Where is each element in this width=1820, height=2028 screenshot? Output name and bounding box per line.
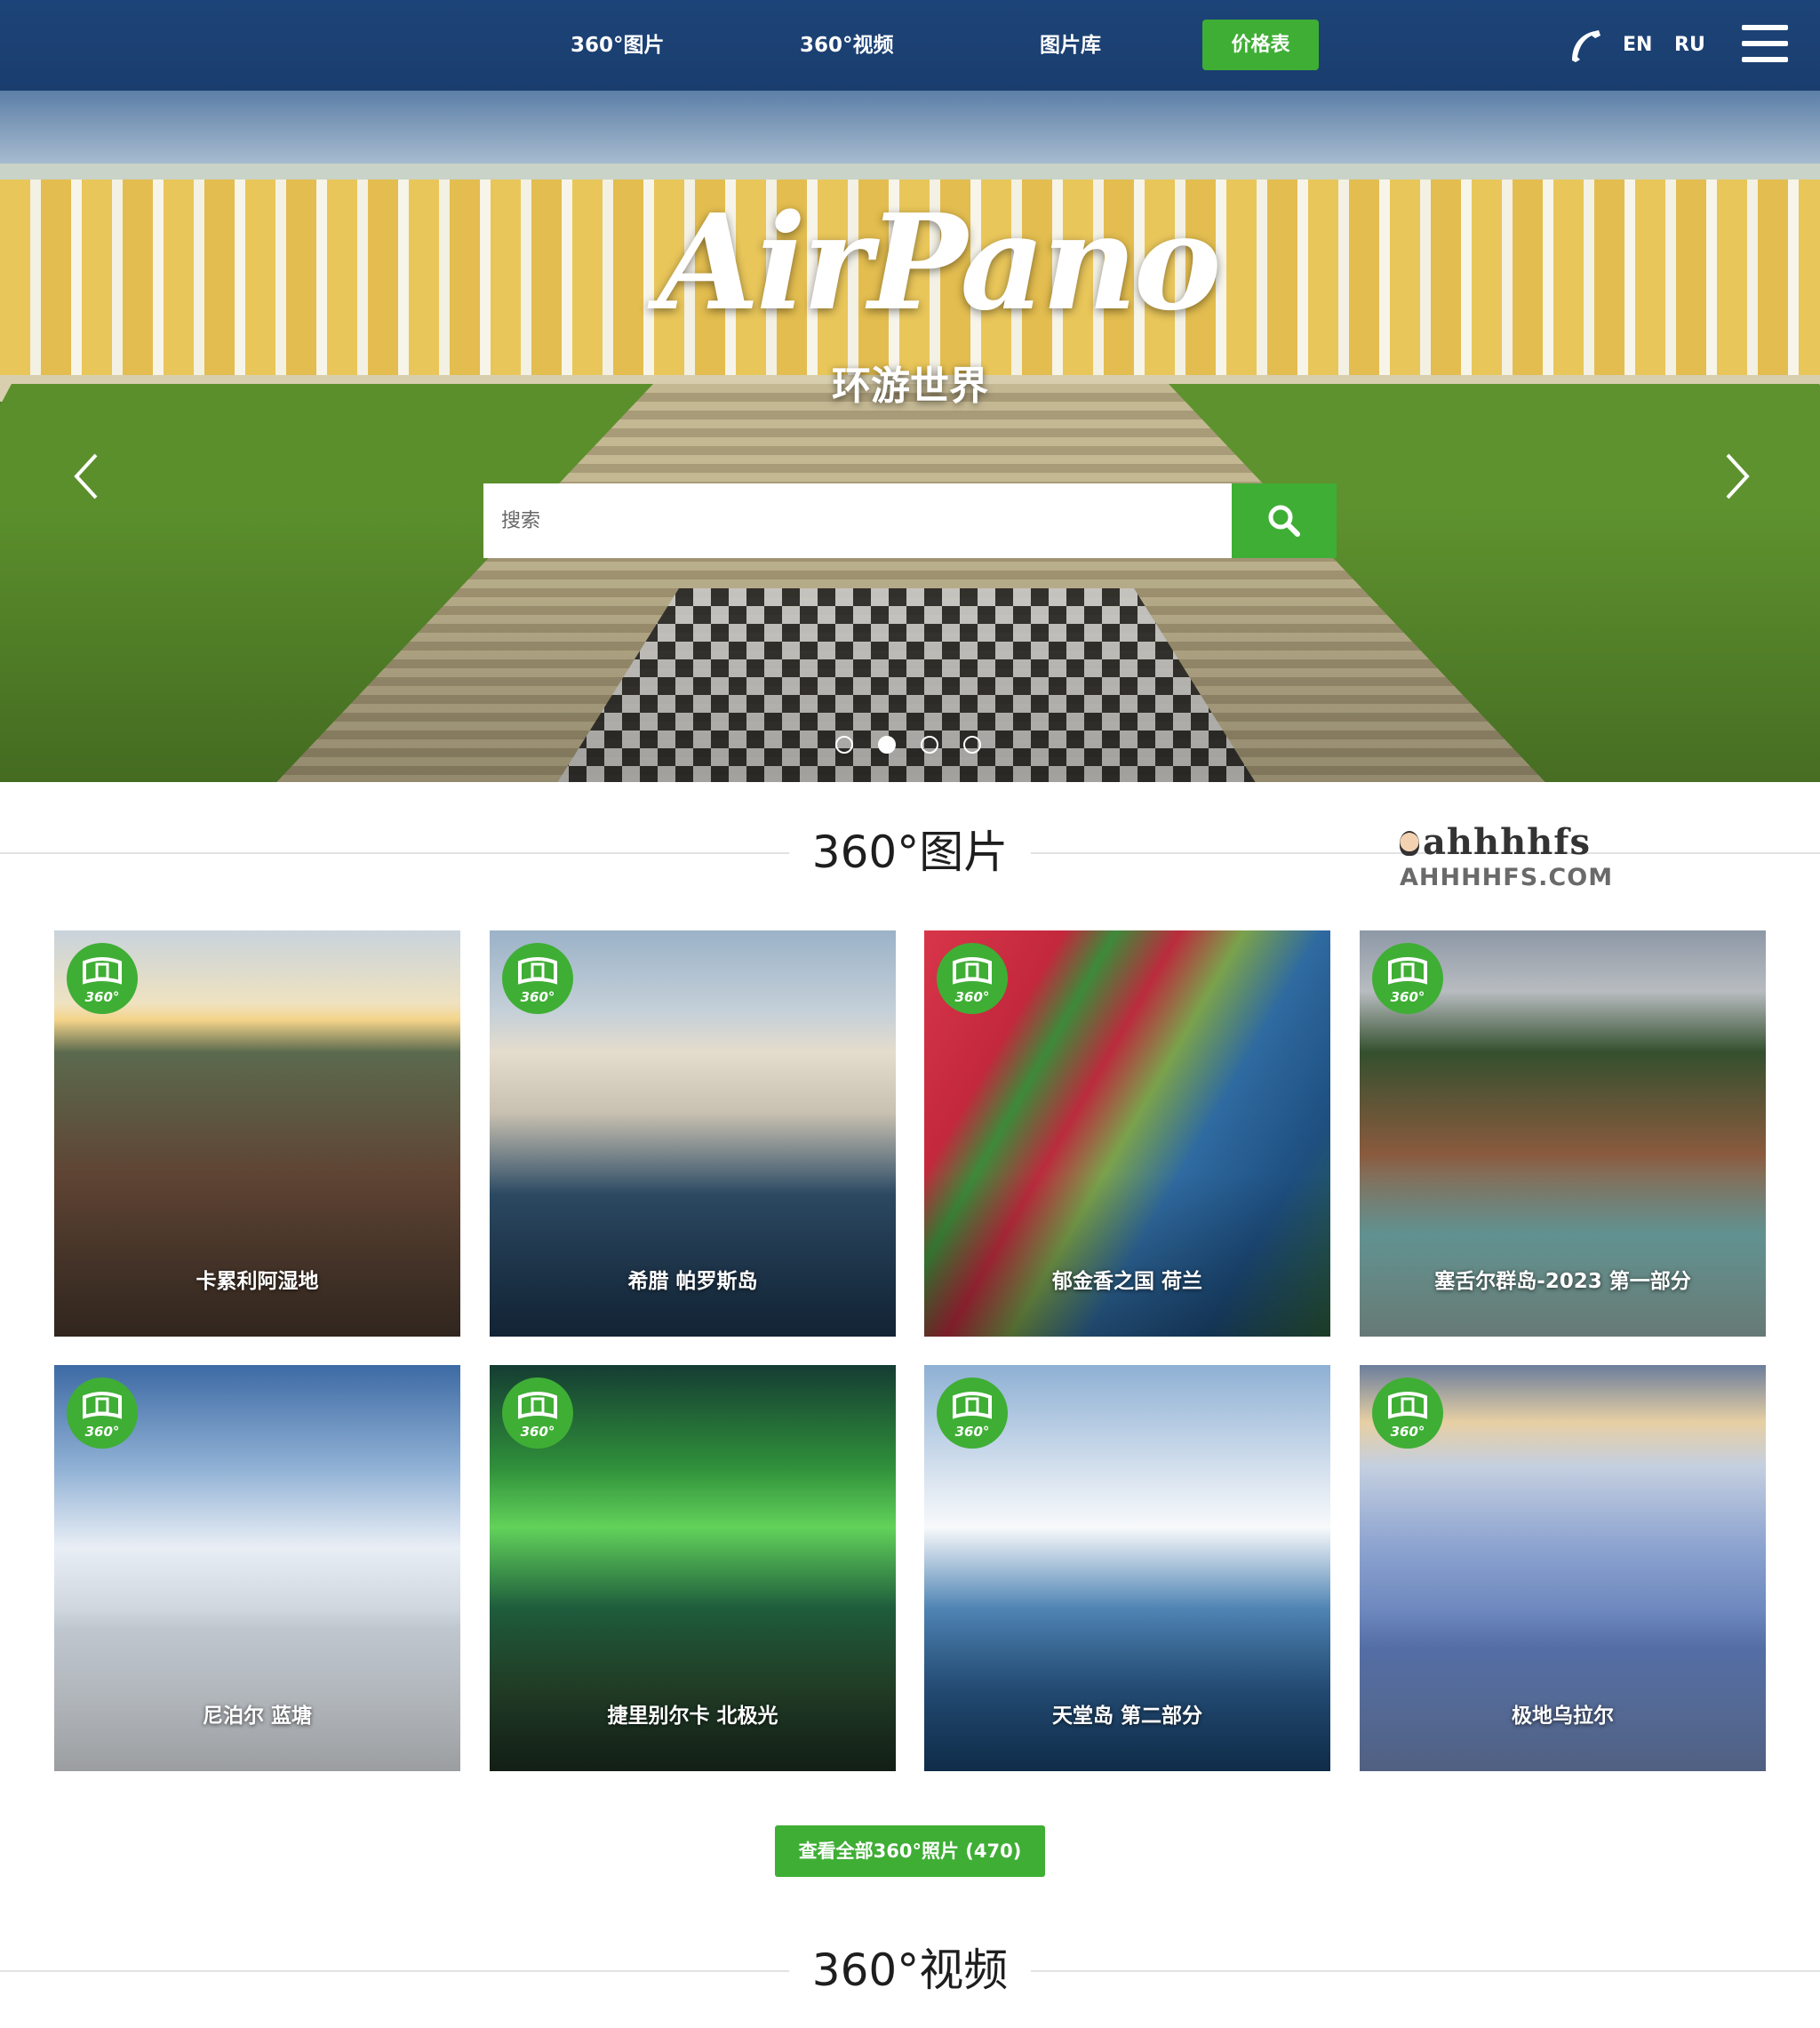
svg-text:360°: 360° [521, 989, 555, 1005]
top-navigation-bar: 360°图片 360°视频 图片库 价格表 EN RU [0, 0, 1820, 91]
pano-360-icon: 360° [502, 943, 573, 1014]
search-bar [483, 483, 1337, 558]
photo-card[interactable]: 360° 尼泊尔 蓝塘 [54, 1365, 460, 1771]
hero-slider: AirPano 环游世界 [0, 91, 1820, 782]
photos-section-title: 360°图片 [788, 826, 1032, 878]
photo-card-title: 捷里别尔卡 北极光 [607, 1705, 778, 1728]
videos-section-title: 360°视频 [788, 1944, 1032, 1996]
search-button[interactable] [1232, 483, 1337, 558]
photo-card[interactable]: 360° 郁金香之国 荷兰 [924, 930, 1330, 1337]
slider-dot-2[interactable] [878, 736, 896, 754]
pano-360-icon: 360° [937, 1377, 1008, 1449]
slider-dot-1[interactable] [835, 736, 853, 754]
photo-card[interactable]: 360° 希腊 帕罗斯岛 [490, 930, 896, 1337]
svg-text:360°: 360° [955, 1424, 990, 1440]
photo-card-title: 极地乌拉尔 [1512, 1705, 1614, 1728]
photo-card[interactable]: 360° 塞舌尔群岛-2023 第一部分 [1360, 930, 1766, 1337]
svg-text:360°: 360° [85, 1424, 120, 1440]
main-nav: 360°图片 360°视频 图片库 价格表 [0, 0, 1820, 91]
search-input[interactable] [483, 483, 1232, 558]
watermark-domain: AHHHHFS.COM [1400, 864, 1614, 891]
slider-dot-3[interactable] [921, 736, 938, 754]
slider-next-arrow-icon[interactable] [1719, 450, 1754, 503]
videos-section-title-wrap: 360°视频 [0, 1939, 1820, 2001]
nav-gallery[interactable]: 图片库 [1040, 0, 1101, 91]
price-list-button[interactable]: 价格表 [1202, 20, 1319, 70]
photo-card-title: 希腊 帕罗斯岛 [627, 1270, 758, 1293]
photo-card-title: 郁金香之国 荷兰 [1051, 1270, 1202, 1293]
search-icon [1268, 505, 1300, 537]
photo-card[interactable]: 360° 天堂岛 第二部分 [924, 1365, 1330, 1771]
svg-text:360°: 360° [1391, 1424, 1425, 1440]
view-all-photos-button[interactable]: 查看全部360°照片 (470) [775, 1825, 1045, 1877]
photo-card-title: 天堂岛 第二部分 [1051, 1705, 1202, 1728]
watermark-face-icon [1400, 831, 1419, 856]
language-ru[interactable]: RU [1674, 0, 1705, 91]
photo-card[interactable]: 360° 卡累利阿湿地 [54, 930, 460, 1337]
svg-text:360°: 360° [85, 989, 120, 1005]
watermark-brand: ahhhhfs [1423, 821, 1591, 863]
watermark-brand-wrap: ahhhhfs [1400, 821, 1613, 864]
photo-card[interactable]: 360° 极地乌拉尔 [1360, 1365, 1766, 1771]
svg-text:360°: 360° [1391, 989, 1425, 1005]
svg-text:360°: 360° [521, 1424, 555, 1440]
pano-360-icon: 360° [502, 1377, 573, 1449]
watermark-logo: ahhhhfs AHHHHFS.COM [1400, 821, 1613, 901]
svg-text:360°: 360° [955, 989, 990, 1005]
language-en[interactable]: EN [1623, 0, 1652, 91]
pano-360-icon: 360° [67, 943, 138, 1014]
slider-dots [835, 736, 986, 757]
pano-360-icon: 360° [1372, 943, 1443, 1014]
photo-card-title: 尼泊尔 蓝塘 [202, 1705, 312, 1728]
nav-360-videos[interactable]: 360°视频 [800, 0, 894, 91]
pano-360-icon: 360° [937, 943, 1008, 1014]
hero-tagline: 环游世界 [832, 363, 988, 409]
hamburger-menu-icon[interactable] [1742, 25, 1788, 64]
slider-prev-arrow-icon[interactable] [69, 450, 105, 503]
phone-icon[interactable] [1567, 27, 1604, 64]
photo-card[interactable]: 360° 捷里别尔卡 北极光 [490, 1365, 896, 1771]
pano-360-icon: 360° [1372, 1377, 1443, 1449]
pano-360-icon: 360° [67, 1377, 138, 1449]
photo-card-title: 卡累利阿湿地 [196, 1270, 319, 1293]
nav-360-photos[interactable]: 360°图片 [571, 0, 665, 91]
airpano-logo: AirPano [658, 185, 1222, 339]
videos-section-header: 360°视频 [0, 1939, 1820, 2001]
photo-card-title: 塞舌尔群岛-2023 第一部分 [1434, 1270, 1691, 1293]
slider-dot-4[interactable] [963, 736, 981, 754]
